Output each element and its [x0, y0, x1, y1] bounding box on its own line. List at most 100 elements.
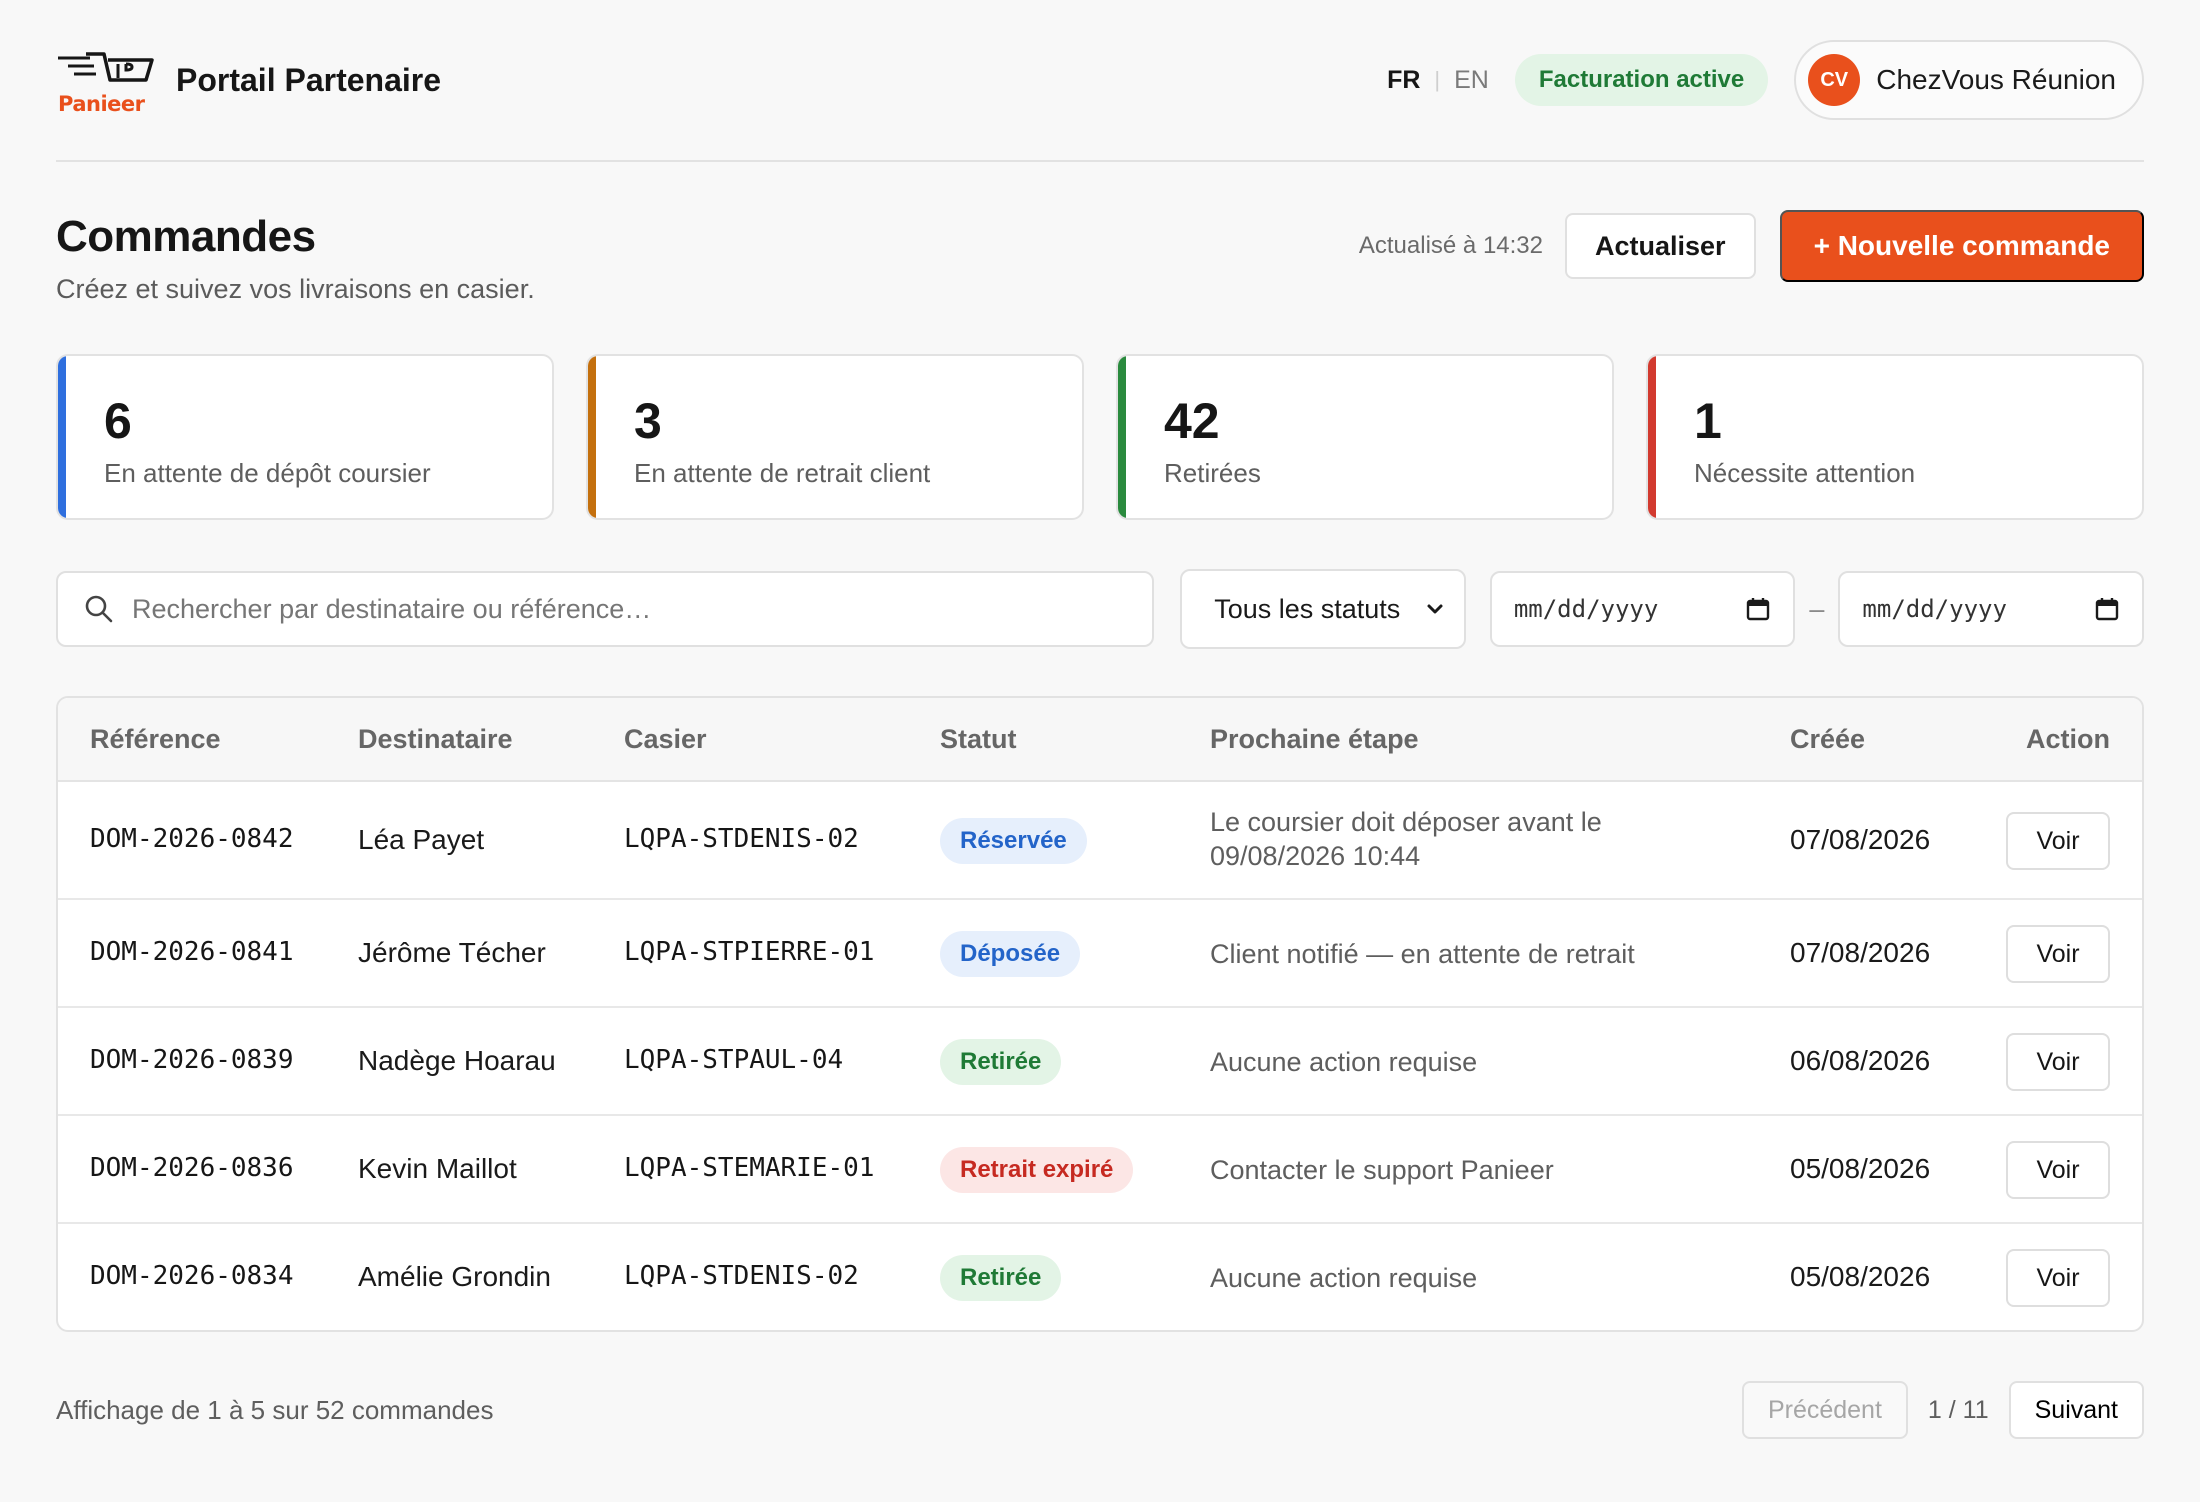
- date-range-separator: –: [1809, 593, 1825, 624]
- lang-fr-button[interactable]: FR: [1387, 66, 1420, 95]
- status-badge: Réservée: [940, 818, 1087, 864]
- view-order-button[interactable]: Voir: [2006, 1141, 2110, 1199]
- account-name: ChezVous Réunion: [1876, 64, 2116, 95]
- stat-accent-bar: [1118, 356, 1126, 518]
- avatar: CV: [1808, 54, 1861, 106]
- status-badge: Retrait expiré: [940, 1147, 1134, 1193]
- recipient-name: Amélie Grondin: [358, 1261, 551, 1292]
- table-body: DOM-2026-0842 Léa Payet LQPA-STDENIS-02 Rés…: [58, 782, 2142, 1330]
- created-date: 07/08/2026: [1790, 937, 1931, 968]
- header-right: FR | EN Facturation active CV ChezVous R…: [1387, 40, 2144, 120]
- status-filter-select[interactable]: Tous les statuts: [1180, 569, 1466, 649]
- table-row[interactable]: DOM-2026-0839 Nadège Hoarau LQPA-STPAUL-04…: [58, 1008, 2142, 1116]
- order-reference: DOM-2026-0836: [90, 1153, 294, 1183]
- column-header-reference[interactable]: Référence: [90, 724, 221, 755]
- created-date: 07/08/2026: [1790, 824, 1931, 855]
- locker-id: LQPA-STDENIS-02: [624, 1261, 859, 1291]
- pagination: Précédent 1 / 11 Suivant: [1741, 1381, 2144, 1439]
- billing-status-badge: Facturation active: [1514, 54, 1769, 106]
- calendar-icon[interactable]: [1745, 596, 1771, 622]
- recipient-name: Jérôme Técher: [358, 937, 546, 968]
- next-page-button[interactable]: Suivant: [2008, 1381, 2144, 1439]
- language-switcher: FR | EN: [1387, 66, 1489, 95]
- created-date: 06/08/2026: [1790, 1045, 1931, 1076]
- new-order-button[interactable]: + Nouvelle commande: [1779, 210, 2144, 282]
- status-badge: Retirée: [940, 1255, 1062, 1301]
- stat-card-awaiting-courier[interactable]: 6 En attente de dépôt coursier: [56, 354, 554, 520]
- column-header-recipient[interactable]: Destinataire: [358, 724, 513, 755]
- next-step-text: Client notifié — en attente de retrait: [1210, 939, 1635, 969]
- search-placeholder: Rechercher par destinataire ou référence…: [132, 593, 652, 624]
- panieer-logo[interactable]: Panieer: [56, 50, 154, 116]
- refresh-button[interactable]: Actualiser: [1565, 213, 1756, 279]
- stat-value: 1: [1694, 393, 1722, 449]
- table-row[interactable]: DOM-2026-0834 Amélie Grondin LQPA-STDENIS-…: [58, 1224, 2142, 1330]
- page: Panieer Portail Partenaire FR | EN Factu…: [56, 0, 2144, 1439]
- page-actions: Actualisé à 14:32 Actualiser + Nouvelle …: [1359, 210, 2144, 282]
- locker-id: LQPA-STDENIS-02: [624, 824, 859, 854]
- status-badge: Retirée: [940, 1039, 1062, 1085]
- orders-table: Référence Destinataire Casier Statut Pro…: [56, 696, 2144, 1332]
- table-header: Référence Destinataire Casier Statut Pro…: [58, 698, 2142, 782]
- date-from-placeholder: mm/dd/yyyy: [1513, 595, 1659, 623]
- results-count: Affichage de 1 à 5 sur 52 commandes: [56, 1394, 494, 1425]
- stat-accent-bar: [588, 356, 596, 518]
- stats-row: 6 En attente de dépôt coursier 3 En atte…: [56, 354, 2144, 520]
- date-to-input[interactable]: mm/dd/yyyy: [1838, 571, 2144, 647]
- stat-label: En attente de dépôt coursier: [104, 458, 431, 488]
- table-row[interactable]: DOM-2026-0842 Léa Payet LQPA-STDENIS-02 Rés…: [58, 782, 2142, 900]
- title-row: Commandes Créez et suivez vos livraisons…: [56, 162, 2144, 352]
- stat-card-picked-up[interactable]: 42 Retirées: [1116, 354, 1614, 520]
- status-filter-value: Tous les statuts: [1214, 593, 1401, 624]
- next-step-text: Contacter le support Panieer: [1210, 1155, 1554, 1185]
- stat-value: 42: [1164, 393, 1220, 449]
- calendar-icon[interactable]: [2094, 596, 2120, 622]
- stat-label: En attente de retrait client: [634, 458, 931, 488]
- recipient-name: Kevin Maillot: [358, 1153, 517, 1184]
- search-icon: [85, 595, 113, 623]
- column-header-status[interactable]: Statut: [940, 724, 1017, 755]
- last-updated-text: Actualisé à 14:32: [1358, 232, 1543, 259]
- locker-id: LQPA-STPIERRE-01: [624, 937, 875, 967]
- date-from-input[interactable]: mm/dd/yyyy: [1489, 571, 1796, 647]
- stat-accent-bar: [58, 356, 66, 518]
- locker-id: LQPA-STEMARIE-01: [624, 1153, 875, 1183]
- account-menu[interactable]: CV ChezVous Réunion: [1794, 40, 2144, 120]
- view-order-button[interactable]: Voir: [2006, 925, 2110, 983]
- order-reference: DOM-2026-0841: [90, 937, 294, 967]
- recipient-name: Nadège Hoarau: [358, 1045, 556, 1076]
- next-step-line: Le coursier doit déposer avant le: [1210, 807, 1602, 837]
- table-row[interactable]: DOM-2026-0836 Kevin Maillot LQPA-STEMARIE-…: [58, 1116, 2142, 1224]
- view-order-button[interactable]: Voir: [2006, 812, 2110, 870]
- next-step-text: Aucune action requise: [1210, 1047, 1478, 1077]
- column-header-locker[interactable]: Casier: [624, 724, 707, 755]
- order-reference: DOM-2026-0842: [90, 824, 294, 854]
- recipient-name: Léa Payet: [358, 824, 485, 855]
- search-input[interactable]: Rechercher par destinataire ou référence…: [56, 571, 1155, 647]
- logo-wordmark: Panieer: [58, 92, 145, 116]
- lang-en-button[interactable]: EN: [1454, 66, 1489, 95]
- stat-value: 6: [104, 393, 132, 449]
- column-header-created[interactable]: Créée: [1790, 724, 1865, 755]
- view-order-button[interactable]: Voir: [2006, 1033, 2110, 1091]
- previous-page-button[interactable]: Précédent: [1741, 1381, 1908, 1439]
- column-header-action: Action: [2026, 724, 2110, 754]
- created-date: 05/08/2026: [1790, 1153, 1931, 1184]
- next-step-text: Aucune action requise: [1210, 1263, 1478, 1293]
- table-row[interactable]: DOM-2026-0841 Jérôme Técher LQPA-STPIERRE-…: [58, 900, 2142, 1008]
- locker-id: LQPA-STPAUL-04: [624, 1045, 844, 1075]
- stat-label: Nécessite attention: [1694, 458, 1916, 488]
- view-order-button[interactable]: Voir: [2006, 1249, 2110, 1307]
- page-title: Commandes: [56, 212, 316, 261]
- table-footer: Affichage de 1 à 5 sur 52 commandes Préc…: [56, 1380, 2144, 1440]
- lang-separator: |: [1434, 67, 1441, 92]
- created-date: 05/08/2026: [1790, 1261, 1931, 1292]
- stat-card-awaiting-pickup[interactable]: 3 En attente de retrait client: [586, 354, 1084, 520]
- chevron-down-icon: [1427, 604, 1443, 614]
- order-reference: DOM-2026-0834: [90, 1261, 294, 1291]
- next-step-line: 09/08/2026 10:44: [1210, 841, 1421, 871]
- stat-card-needs-attention[interactable]: 1 Nécessite attention: [1646, 354, 2144, 520]
- stat-accent-bar: [1648, 356, 1656, 518]
- status-badge: Déposée: [940, 931, 1081, 977]
- filters-bar: Rechercher par destinataire ou référence…: [56, 569, 2144, 649]
